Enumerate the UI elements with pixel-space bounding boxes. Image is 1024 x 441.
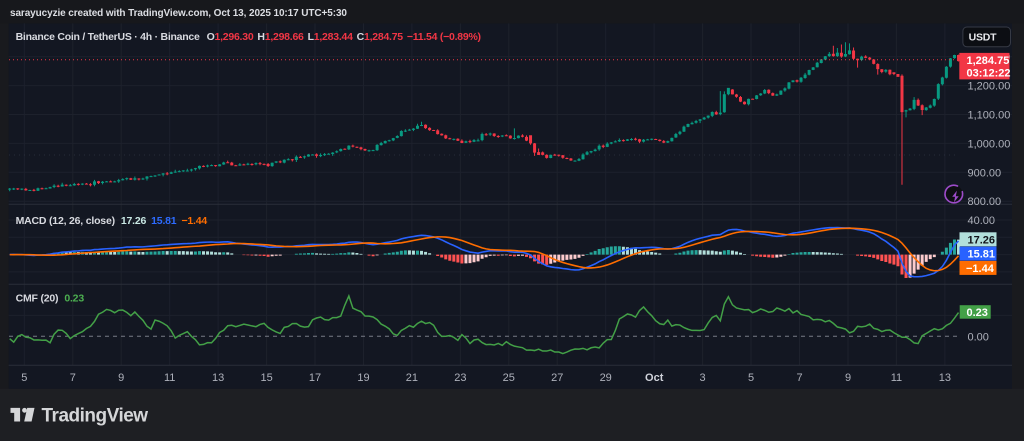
svg-text:17.26: 17.26: [968, 234, 996, 246]
svg-text:1,284.75: 1,284.75: [967, 55, 1010, 67]
svg-text:1,000.00: 1,000.00: [968, 138, 1011, 150]
svg-text:900.00: 900.00: [968, 167, 1002, 179]
svg-text:40.00: 40.00: [968, 215, 996, 227]
svg-text:0.23: 0.23: [967, 307, 988, 319]
svg-text:15.81: 15.81: [968, 249, 996, 261]
svg-text:27: 27: [551, 372, 563, 384]
svg-text:9: 9: [118, 372, 124, 384]
svg-text:11: 11: [891, 372, 902, 384]
svg-text:03:12:22: 03:12:22: [967, 67, 1011, 79]
svg-text:0.00: 0.00: [968, 331, 989, 343]
svg-text:CMF (20)0.23: CMF (20) 0.23: [16, 292, 85, 304]
svg-text:23: 23: [454, 372, 466, 384]
svg-text:3: 3: [700, 372, 706, 384]
svg-text:sarayucyzie created with Tradi: sarayucyzie created with TradingView.com…: [10, 8, 347, 19]
svg-text:−1.44: −1.44: [966, 263, 995, 275]
svg-text:Binance Coin / TetherUS · 4h ·: Binance Coin / TetherUS · 4h · Binance O1…: [16, 31, 481, 43]
svg-text:7: 7: [70, 372, 76, 384]
svg-text:USDT: USDT: [969, 32, 998, 44]
svg-text:19: 19: [357, 372, 369, 384]
svg-text:5: 5: [21, 372, 27, 384]
svg-text:9: 9: [845, 372, 851, 384]
svg-text:800.00: 800.00: [968, 196, 1002, 208]
svg-text:TradingView: TradingView: [42, 406, 149, 427]
svg-text:15: 15: [260, 372, 272, 384]
svg-text:11: 11: [164, 372, 175, 384]
svg-text:29: 29: [600, 372, 612, 384]
svg-text:13: 13: [212, 372, 224, 384]
svg-text:17: 17: [309, 372, 321, 384]
svg-text:5: 5: [748, 372, 754, 384]
svg-text:21: 21: [406, 372, 418, 384]
svg-text:1,200.00: 1,200.00: [968, 81, 1011, 93]
svg-text:Oct: Oct: [645, 372, 664, 384]
svg-text:7: 7: [796, 372, 802, 384]
svg-text:25: 25: [503, 372, 515, 384]
svg-text:1,100.00: 1,100.00: [968, 110, 1011, 122]
svg-text:13: 13: [939, 372, 951, 384]
